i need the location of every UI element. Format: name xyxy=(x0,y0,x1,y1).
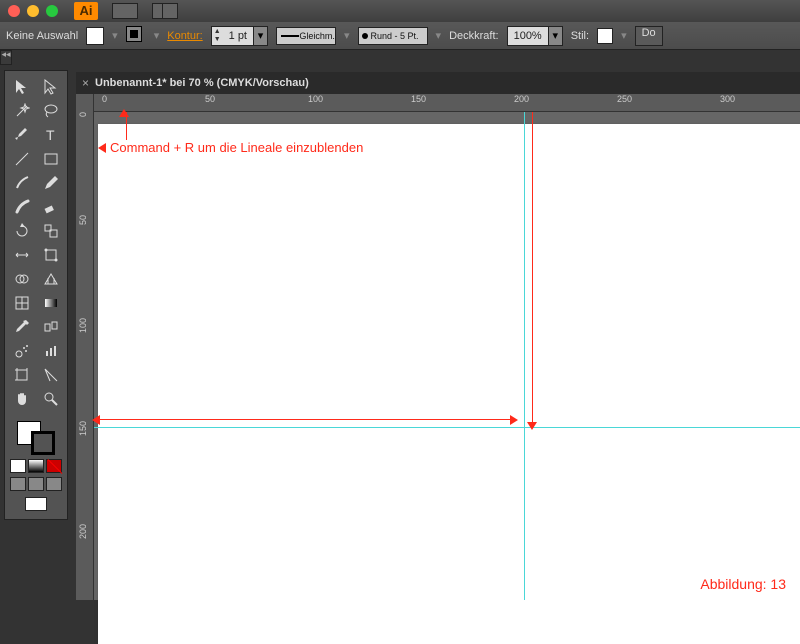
selection-label: Keine Auswahl xyxy=(6,30,78,42)
bridge-button[interactable] xyxy=(112,3,138,19)
direct-selection-tool[interactable] xyxy=(36,75,65,99)
arrow-head-icon xyxy=(527,422,537,430)
ruler-tick: 0 xyxy=(102,94,107,104)
zoom-tool[interactable] xyxy=(36,387,65,411)
symbol-spray-tool[interactable] xyxy=(7,339,36,363)
shape-builder-tool[interactable] xyxy=(7,267,36,291)
guide-vertical[interactable] xyxy=(524,112,525,600)
ruler-tick: 150 xyxy=(411,94,426,104)
panel-collapse-handle[interactable]: ◂◂ xyxy=(0,50,12,65)
style-label: Stil: xyxy=(571,30,589,42)
ruler-tick: 150 xyxy=(78,421,88,436)
canvas[interactable] xyxy=(94,112,800,600)
control-bar: Keine Auswahl ▾ ▾ Kontur: ▲▼ 1 pt ▾ Glei… xyxy=(0,22,800,50)
perspective-tool[interactable] xyxy=(36,267,65,291)
horizontal-ruler[interactable]: 0 50 100 150 200 250 300 xyxy=(94,94,800,112)
draw-mode-icon[interactable] xyxy=(28,477,44,491)
ruler-tick: 200 xyxy=(78,524,88,539)
gradient-tool[interactable] xyxy=(36,291,65,315)
opacity-label: Deckkraft: xyxy=(449,30,499,42)
arrow-head-icon xyxy=(98,143,106,153)
screen-mode-icon[interactable] xyxy=(10,477,26,491)
chevron-down-icon[interactable]: ▾ xyxy=(548,27,562,45)
selection-tool[interactable] xyxy=(7,75,36,99)
fill-stroke-swatch[interactable] xyxy=(17,421,55,455)
free-transform-tool[interactable] xyxy=(36,243,65,267)
lasso-tool[interactable] xyxy=(36,99,65,123)
svg-text:T: T xyxy=(46,127,55,143)
blob-brush-tool[interactable] xyxy=(7,195,36,219)
ruler-tick: 100 xyxy=(78,318,88,333)
stroke-profile[interactable]: Gleichm. xyxy=(276,27,336,45)
annotation-text: Command + R um die Lineale einzublenden xyxy=(110,140,363,155)
color-mode-icon[interactable] xyxy=(10,459,26,473)
document-setup-button[interactable]: Do xyxy=(635,26,663,46)
zoom-icon[interactable] xyxy=(46,5,58,17)
artboard[interactable] xyxy=(98,124,800,644)
rotate-tool[interactable] xyxy=(7,219,36,243)
stroke-weight-field[interactable]: ▲▼ 1 pt ▾ xyxy=(211,26,268,46)
ruler-tick: 200 xyxy=(514,94,529,104)
graph-tool[interactable] xyxy=(36,339,65,363)
brush-definition[interactable]: Rund - 5 Pt. xyxy=(358,27,428,45)
eraser-tool[interactable] xyxy=(36,195,65,219)
close-tab-icon[interactable]: × xyxy=(82,76,89,90)
stroke-label[interactable]: Kontur: xyxy=(167,30,202,42)
width-tool[interactable] xyxy=(7,243,36,267)
app-logo: Ai xyxy=(74,2,98,20)
arrow-head-icon xyxy=(119,109,129,117)
pencil-tool[interactable] xyxy=(36,171,65,195)
pen-tool[interactable] xyxy=(7,123,36,147)
opacity-value: 100% xyxy=(508,30,548,42)
tools-panel: T xyxy=(4,70,68,520)
color-swatches xyxy=(7,417,65,515)
ruler-tick: 100 xyxy=(308,94,323,104)
guide-horizontal[interactable] xyxy=(94,427,800,428)
line-tool[interactable] xyxy=(7,147,36,171)
ruler-tick: 0 xyxy=(78,112,88,117)
mesh-tool[interactable] xyxy=(7,291,36,315)
fill-swatch[interactable] xyxy=(86,27,104,45)
stroke-swatch[interactable] xyxy=(126,26,146,46)
style-swatch[interactable] xyxy=(597,28,613,44)
gradient-mode-icon[interactable] xyxy=(28,459,44,473)
arrow-head-icon xyxy=(92,415,100,425)
blend-tool[interactable] xyxy=(36,315,65,339)
ruler-tick: 300 xyxy=(720,94,735,104)
magic-wand-tool[interactable] xyxy=(7,99,36,123)
tab-title[interactable]: Unbenannt-1* bei 70 % (CMYK/Vorschau) xyxy=(95,77,309,89)
annotation-arrow xyxy=(98,419,510,420)
draw-behind-icon[interactable] xyxy=(46,477,62,491)
scale-tool[interactable] xyxy=(36,219,65,243)
stroke-weight-value: 1 pt xyxy=(223,30,253,42)
figure-caption: Abbildung: 13 xyxy=(700,576,786,592)
annotation-arrow xyxy=(532,112,533,424)
opacity-field[interactable]: 100%▾ xyxy=(507,26,563,46)
ruler-tick: 50 xyxy=(205,94,215,104)
arrow-head-icon xyxy=(510,415,518,425)
slice-tool[interactable] xyxy=(36,363,65,387)
ruler-tick: 250 xyxy=(617,94,632,104)
brush-tool[interactable] xyxy=(7,171,36,195)
minimize-icon[interactable] xyxy=(27,5,39,17)
artboard-tool[interactable] xyxy=(7,363,36,387)
close-icon[interactable] xyxy=(8,5,20,17)
eyedropper-tool[interactable] xyxy=(7,315,36,339)
window-titlebar: Ai xyxy=(0,0,800,22)
hand-tool[interactable] xyxy=(7,387,36,411)
layout-button[interactable] xyxy=(152,3,178,19)
chevron-down-icon[interactable]: ▾ xyxy=(253,27,267,45)
document-tabs: × Unbenannt-1* bei 70 % (CMYK/Vorschau) xyxy=(76,72,800,94)
traffic-lights xyxy=(8,5,58,17)
none-mode-icon[interactable] xyxy=(46,459,62,473)
ruler-tick: 50 xyxy=(78,215,88,225)
type-tool[interactable]: T xyxy=(36,123,65,147)
rectangle-tool[interactable] xyxy=(36,147,65,171)
normal-screen-icon[interactable] xyxy=(25,497,47,511)
vertical-ruler[interactable]: 0 50 100 150 200 xyxy=(76,94,94,600)
